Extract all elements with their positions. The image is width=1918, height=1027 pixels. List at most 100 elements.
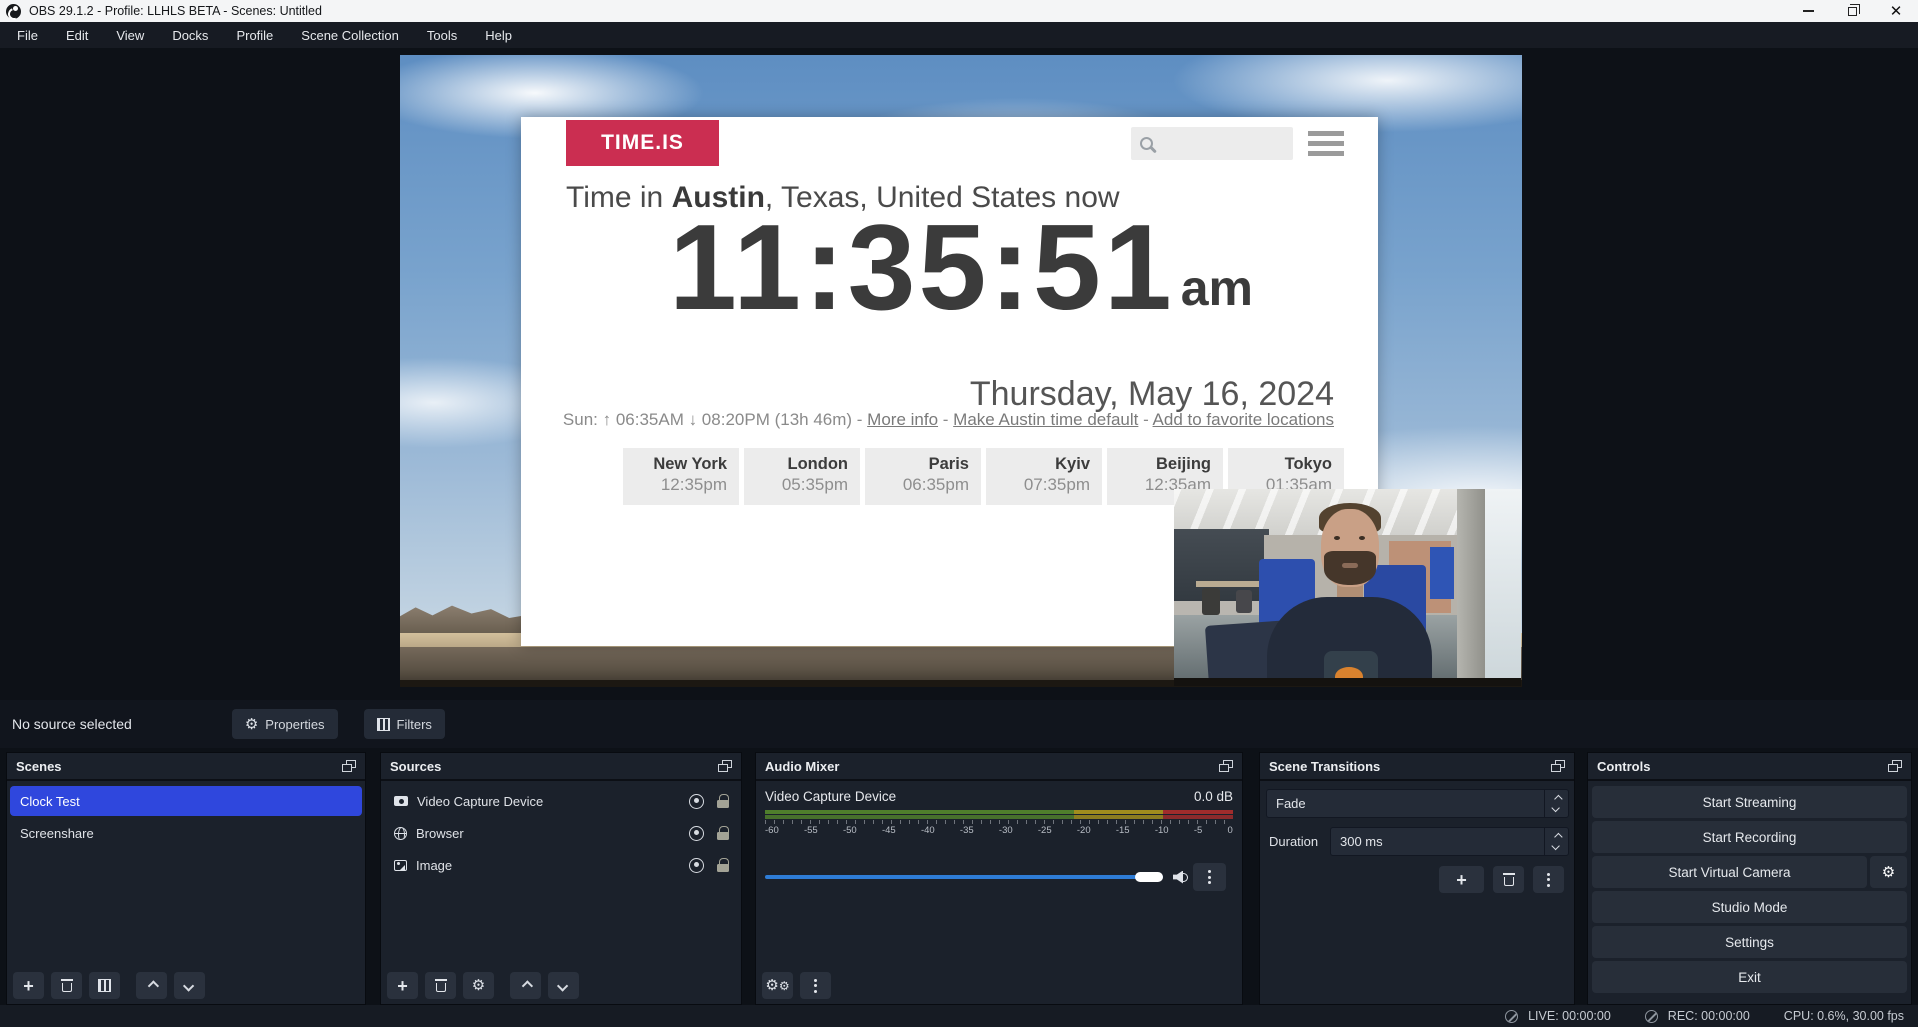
virtual-camera-settings-button[interactable]: ⚙ <box>1870 856 1907 888</box>
visibility-icon[interactable] <box>689 794 704 809</box>
preview-canvas: TIME.IS Time in Austin, Texas, United St… <box>0 48 1918 700</box>
menu-help[interactable]: Help <box>472 24 525 47</box>
menu-bar: File Edit View Docks Profile Scene Colle… <box>0 22 1918 48</box>
chevron-down-icon <box>1551 804 1559 812</box>
visibility-icon[interactable] <box>689 858 704 873</box>
source-toolbar: No source selected ⚙ Properties Filters <box>0 700 1918 748</box>
sources-header: Sources <box>381 753 741 781</box>
source-properties-button[interactable]: ⚙ <box>463 972 494 999</box>
source-move-up-button[interactable] <box>510 972 541 999</box>
timeis-time: 11:35:51 <box>669 203 1175 331</box>
remove-transition-button[interactable] <box>1493 866 1524 893</box>
scene-item-screenshare[interactable]: Screenshare <box>10 818 362 848</box>
filter-icon <box>98 979 111 992</box>
transition-selected-value: Fade <box>1267 796 1544 811</box>
title-bar: OBS 29.1.2 - Profile: LLHLS BETA - Scene… <box>0 0 1918 22</box>
meter-ticks <box>765 820 1233 824</box>
lock-icon[interactable] <box>717 794 729 808</box>
volume-slider[interactable] <box>765 875 1163 879</box>
webcam-glass-wall <box>1174 529 1269 601</box>
source-item-video-capture[interactable]: Video Capture Device <box>384 786 738 816</box>
studio-mode-button[interactable]: Studio Mode <box>1592 891 1907 923</box>
webcam-blue-pod <box>1430 547 1454 599</box>
city-box-paris: Paris06:35pm <box>865 448 981 505</box>
menu-file[interactable]: File <box>4 24 51 47</box>
add-source-button[interactable]: + <box>387 972 418 999</box>
source-item-image[interactable]: Image <box>384 850 738 880</box>
start-streaming-button[interactable]: Start Streaming <box>1592 786 1907 818</box>
remove-scene-button[interactable] <box>51 972 82 999</box>
popout-icon[interactable] <box>342 760 356 772</box>
controls-buttons: Start Streaming Start Recording Start Vi… <box>1588 781 1911 993</box>
popout-icon[interactable] <box>718 760 732 772</box>
live-timer: LIVE: 00:00:00 <box>1528 1009 1611 1023</box>
scene-item-clock-test[interactable]: Clock Test <box>10 786 362 816</box>
add-favorite-link: Add to favorite locations <box>1153 410 1334 429</box>
settings-button[interactable]: Settings <box>1592 926 1907 958</box>
restore-button[interactable] <box>1830 0 1874 22</box>
menu-scene-collection[interactable]: Scene Collection <box>288 24 412 47</box>
source-move-down-button[interactable] <box>548 972 579 999</box>
scene-preview[interactable]: TIME.IS Time in Austin, Texas, United St… <box>400 55 1522 687</box>
kebab-icon <box>814 979 817 993</box>
scenes-list: Clock Test Screenshare <box>7 781 365 848</box>
chevron-up-icon <box>1554 795 1562 803</box>
menu-docks[interactable]: Docks <box>159 24 221 47</box>
duration-spinbox[interactable]: 300 ms <box>1330 827 1569 856</box>
speaker-icon[interactable] <box>1173 871 1188 884</box>
transition-menu-button[interactable] <box>1533 866 1564 893</box>
close-icon: ✕ <box>1890 4 1903 19</box>
start-recording-button[interactable]: Start Recording <box>1592 821 1907 853</box>
menu-view[interactable]: View <box>103 24 157 47</box>
audio-mixer-header: Audio Mixer <box>756 753 1242 781</box>
image-icon <box>394 860 407 871</box>
menu-tools[interactable]: Tools <box>414 24 470 47</box>
sources-panel: Sources Video Capture Device Browser Ima… <box>380 752 742 1005</box>
start-virtual-camera-button[interactable]: Start Virtual Camera <box>1592 856 1867 888</box>
visibility-icon[interactable] <box>689 826 704 841</box>
webcam-pillar <box>1457 489 1487 686</box>
popout-icon[interactable] <box>1219 760 1233 772</box>
minimize-button[interactable] <box>1786 0 1830 22</box>
mixer-channel-menu-button[interactable] <box>1193 863 1226 891</box>
webcam-chair <box>1236 590 1252 613</box>
scene-move-down-button[interactable] <box>174 972 205 999</box>
close-button[interactable]: ✕ <box>1874 0 1918 22</box>
transition-select[interactable]: Fade <box>1266 789 1569 818</box>
remove-source-button[interactable] <box>425 972 456 999</box>
scenes-panel: Scenes Clock Test Screenshare + <box>6 752 366 1005</box>
scene-filters-button[interactable] <box>89 972 120 999</box>
lock-icon[interactable] <box>717 858 729 872</box>
meter-scale: -60-55-50-45-40-35-30-25-20-15-10-50 <box>765 825 1233 836</box>
scene-move-up-button[interactable] <box>136 972 167 999</box>
source-item-browser[interactable]: Browser <box>384 818 738 848</box>
menu-edit[interactable]: Edit <box>53 24 101 47</box>
volume-slider-row <box>765 863 1235 891</box>
minimize-icon <box>1803 10 1814 12</box>
add-scene-button[interactable]: + <box>13 972 44 999</box>
trash-icon <box>1503 873 1515 886</box>
obs-window: OBS 29.1.2 - Profile: LLHLS BETA - Scene… <box>0 0 1918 1027</box>
mixer-level-db: 0.0 dB <box>1194 789 1233 804</box>
lock-icon[interactable] <box>717 826 729 840</box>
webcam-chair <box>1202 588 1220 615</box>
properties-button[interactable]: ⚙ Properties <box>232 709 338 739</box>
duration-spinner[interactable] <box>1544 828 1568 855</box>
properties-label: Properties <box>265 717 324 732</box>
gear-icon: ⚙ <box>472 978 485 993</box>
advanced-audio-button[interactable]: ⚙⚙ <box>762 972 793 999</box>
popout-icon[interactable] <box>1888 760 1902 772</box>
menu-profile[interactable]: Profile <box>223 24 286 47</box>
transitions-title: Scene Transitions <box>1269 759 1380 774</box>
volume-slider-handle[interactable] <box>1135 872 1163 882</box>
transition-select-spinner[interactable] <box>1544 790 1568 817</box>
filters-button[interactable]: Filters <box>364 709 445 739</box>
add-transition-button[interactable]: + <box>1439 866 1484 893</box>
webcam-overlay[interactable] <box>1174 489 1521 686</box>
scenes-toolbar: + <box>13 972 205 999</box>
mixer-menu-button[interactable] <box>800 972 831 999</box>
controls-title: Controls <box>1597 759 1650 774</box>
exit-button[interactable]: Exit <box>1592 961 1907 993</box>
popout-icon[interactable] <box>1551 760 1565 772</box>
meter-bar <box>765 815 1233 819</box>
